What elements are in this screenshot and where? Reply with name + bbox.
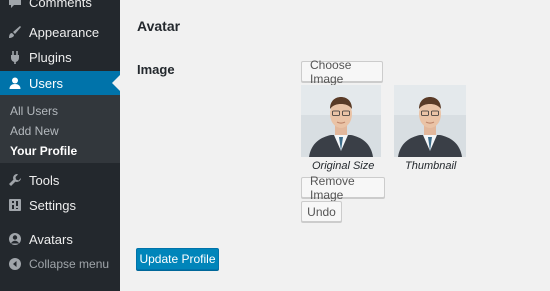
paintbrush-icon <box>7 24 23 40</box>
submenu-item-add-new[interactable]: Add New <box>10 124 59 138</box>
menu-item-label: Plugins <box>29 49 72 65</box>
menu-item-label: Appearance <box>29 24 100 40</box>
menu-item-label: Users <box>29 75 63 91</box>
submenu-item-all-users[interactable]: All Users <box>10 104 58 118</box>
thumbnail-avatar-image <box>394 85 466 157</box>
wrench-icon <box>7 172 23 188</box>
section-heading: Avatar <box>137 18 181 34</box>
collapse-menu-button[interactable]: Collapse menu <box>0 252 120 276</box>
thumbnail-caption: Thumbnail <box>405 160 457 172</box>
original-size-caption: Original Size <box>312 160 375 172</box>
original-size-avatar-image <box>301 85 381 157</box>
image-field-label: Image <box>137 62 175 77</box>
avatar-icon <box>7 231 23 247</box>
menu-item-settings[interactable]: Settings <box>0 193 120 217</box>
menu-item-avatars[interactable]: Avatars <box>0 227 120 251</box>
menu-item-label: Tools <box>29 172 60 188</box>
menu-item-label: Settings <box>29 197 76 213</box>
comments-icon <box>7 0 23 10</box>
submenu-item-your-profile[interactable]: Your Profile <box>10 144 77 158</box>
menu-item-label: Avatars <box>29 231 73 247</box>
plugin-icon <box>7 49 23 65</box>
admin-sidebar: Comments Appearance Plugins Users All Us… <box>0 0 120 291</box>
menu-item-label: Collapse menu <box>29 257 110 271</box>
undo-button[interactable]: Undo <box>301 201 342 222</box>
menu-item-comments[interactable]: Comments <box>0 0 120 14</box>
update-profile-button[interactable]: Update Profile <box>136 248 219 270</box>
menu-item-plugins[interactable]: Plugins <box>0 45 120 69</box>
settings-icon <box>7 197 23 213</box>
user-icon <box>7 75 23 91</box>
choose-image-button[interactable]: Choose Image <box>301 58 383 86</box>
menu-item-users[interactable]: Users <box>0 71 120 95</box>
menu-item-tools[interactable]: Tools <box>0 168 120 192</box>
collapse-icon <box>7 256 23 272</box>
menu-item-label: Comments <box>29 0 92 10</box>
users-submenu: All Users Add New Your Profile <box>0 95 120 163</box>
active-pointer <box>112 75 120 91</box>
menu-item-appearance[interactable]: Appearance <box>0 20 120 44</box>
remove-image-button[interactable]: Remove Image <box>301 174 385 202</box>
